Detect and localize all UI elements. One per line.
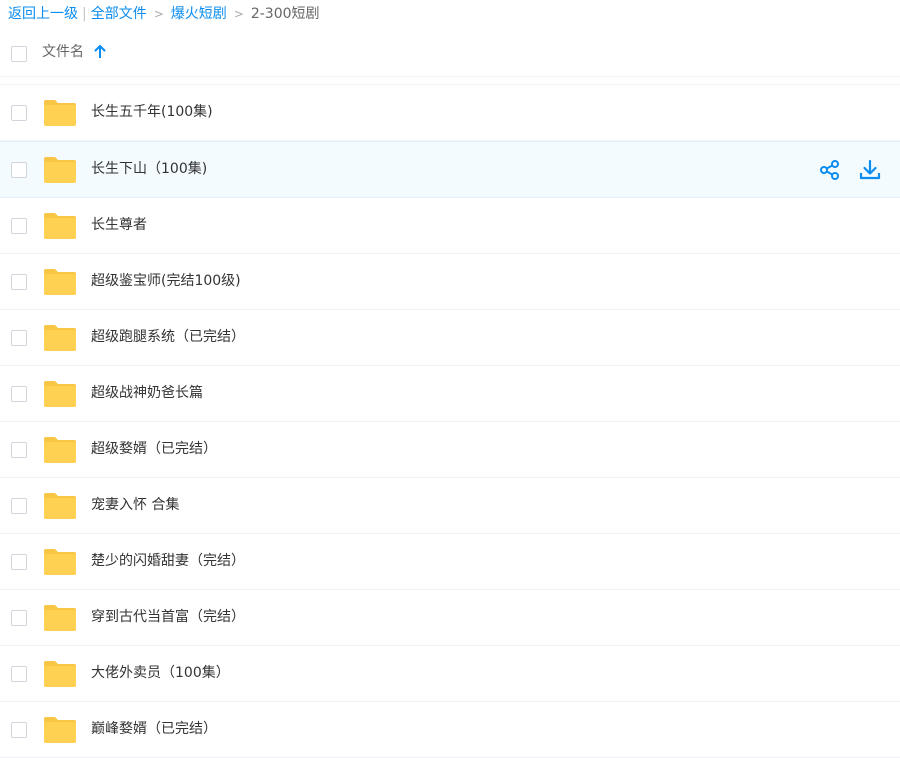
- breadcrumb-current: 2-300短剧: [250, 6, 320, 22]
- file-row[interactable]: 穿到古代当首富（完结）: [0, 590, 900, 646]
- file-row[interactable]: 长生尊者: [0, 198, 900, 254]
- download-icon[interactable]: [858, 158, 882, 182]
- row-checkbox[interactable]: [11, 274, 27, 290]
- breadcrumb-divider: |: [82, 6, 87, 22]
- file-name[interactable]: 长生下山（100集): [91, 159, 207, 179]
- file-name[interactable]: 穿到古代当首富（完结）: [91, 607, 245, 627]
- folder-icon[interactable]: [43, 212, 77, 240]
- folder-icon[interactable]: [43, 716, 77, 744]
- file-row[interactable]: 超级跑腿系统（已完结）: [0, 310, 900, 366]
- row-checkbox[interactable]: [11, 722, 27, 738]
- file-row[interactable]: 巅峰婺婿（已完结）: [0, 702, 900, 758]
- share-icon[interactable]: [818, 158, 842, 182]
- file-name[interactable]: 大佬外卖员（100集）: [91, 663, 230, 683]
- folder-icon[interactable]: [43, 492, 77, 520]
- file-name[interactable]: 长生尊者: [91, 215, 147, 235]
- file-name[interactable]: 巅峰婺婿（已完结）: [91, 719, 217, 739]
- select-all-checkbox[interactable]: [11, 46, 27, 62]
- file-name[interactable]: 超级战神奶爸长篇: [91, 383, 203, 403]
- file-name[interactable]: 宠妻入怀 合集: [91, 495, 179, 515]
- folder-icon[interactable]: [43, 156, 77, 184]
- row-checkbox[interactable]: [11, 442, 27, 458]
- file-row[interactable]: 长生五千年(100集): [0, 84, 900, 141]
- breadcrumb-arrow: >: [153, 7, 164, 21]
- file-name[interactable]: 超级跑腿系统（已完结）: [91, 327, 245, 347]
- file-row[interactable]: 宠妻入怀 合集: [0, 478, 900, 534]
- row-checkbox[interactable]: [11, 330, 27, 346]
- file-row[interactable]: 超级战神奶爸长篇: [0, 366, 900, 422]
- row-checkbox[interactable]: [11, 386, 27, 402]
- row-checkbox[interactable]: [11, 498, 27, 514]
- file-name[interactable]: 长生五千年(100集): [91, 102, 213, 122]
- row-checkbox[interactable]: [11, 610, 27, 626]
- breadcrumb: 返回上一级 | 全部文件 > 爆火短剧 >2-300短剧: [8, 4, 320, 24]
- file-row[interactable]: 超级鉴宝师(完结100级): [0, 254, 900, 310]
- file-row[interactable]: 大佬外卖员（100集）: [0, 646, 900, 702]
- file-name[interactable]: 超级鉴宝师(完结100级): [91, 271, 241, 291]
- folder-icon[interactable]: [43, 380, 77, 408]
- folder-icon[interactable]: [43, 660, 77, 688]
- back-link[interactable]: 返回上一级: [8, 6, 78, 22]
- row-checkbox[interactable]: [11, 162, 27, 178]
- folder-icon[interactable]: [43, 99, 77, 127]
- breadcrumb-item-all-files[interactable]: 全部文件: [91, 6, 147, 22]
- file-name[interactable]: 楚少的闪婚甜妻（完结）: [91, 551, 245, 571]
- row-checkbox[interactable]: [11, 218, 27, 234]
- arrow-up-icon[interactable]: [94, 45, 106, 59]
- row-checkbox[interactable]: [11, 554, 27, 570]
- folder-icon[interactable]: [43, 436, 77, 464]
- file-row[interactable]: 长生下山（100集): [0, 141, 900, 198]
- breadcrumb-item-hot-dramas[interactable]: 爆火短剧: [171, 6, 227, 22]
- folder-icon[interactable]: [43, 268, 77, 296]
- folder-icon[interactable]: [43, 324, 77, 352]
- file-row[interactable]: 超级婺婿（已完结）: [0, 422, 900, 478]
- file-row[interactable]: 楚少的闪婚甜妻（完结）: [0, 534, 900, 590]
- file-name[interactable]: 超级婺婿（已完结）: [91, 439, 217, 459]
- folder-icon[interactable]: [43, 548, 77, 576]
- list-header: 文件名: [0, 34, 900, 72]
- row-checkbox[interactable]: [11, 105, 27, 121]
- file-list: 长生五千年(100集) 长生下山（100集) 长生尊者超级鉴宝师(完结100级) 超级…: [0, 76, 900, 758]
- folder-icon[interactable]: [43, 604, 77, 632]
- row-checkbox[interactable]: [11, 666, 27, 682]
- column-header-filename[interactable]: 文件名: [42, 42, 84, 62]
- breadcrumb-arrow: >: [233, 7, 244, 21]
